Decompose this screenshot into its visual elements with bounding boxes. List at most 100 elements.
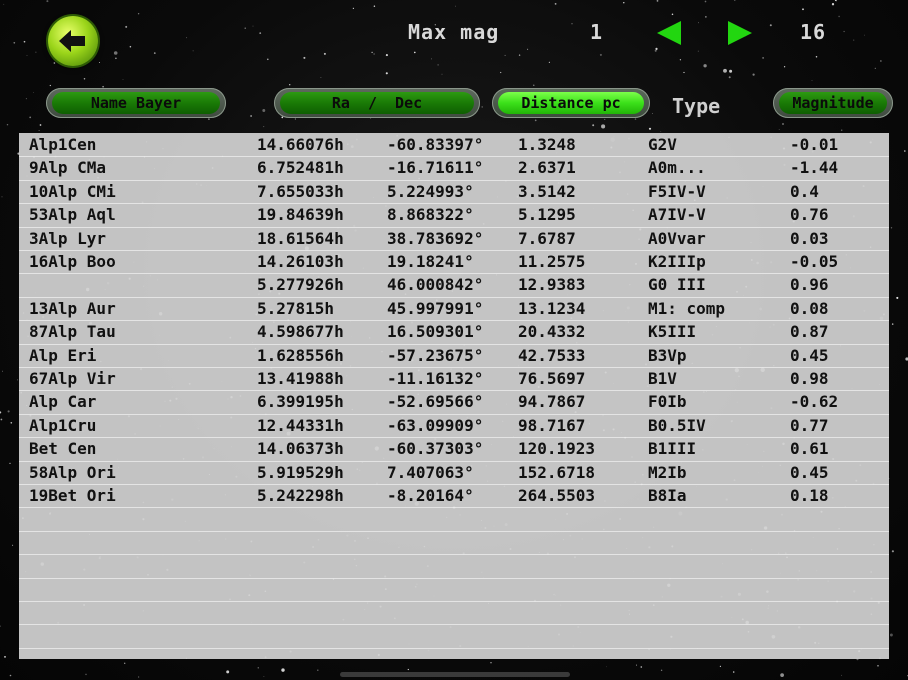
magnitude-cell: 0.87 (790, 322, 829, 342)
star-name-cell: 13Alp Aur (29, 298, 116, 318)
right-ascension-cell: 6.752481h (257, 158, 344, 178)
table-row[interactable]: Alp1Cen 14.66076h -60.83397° 1.3248 G2V -0.01 (19, 133, 889, 158)
star-name-cell: Alp Eri (29, 345, 97, 365)
spectral-type-cell: B3Vp (648, 345, 687, 365)
table-row[interactable]: 58Alp Ori 5.919529h 7.407063° 152.6718 M2Ib 0… (19, 461, 889, 485)
spectral-type-cell: K2IIIp (648, 252, 706, 271)
triangle-left-icon[interactable] (655, 19, 683, 47)
table-row[interactable] (19, 507, 889, 532)
star-name-cell: 58Alp Ori (29, 462, 116, 482)
declination-cell: -57.23675° (387, 345, 484, 365)
spectral-type-cell: B1V (648, 369, 677, 388)
table-row[interactable]: 53Alp Aql 19.84639h 8.868322° 5.1295 A7IV-V 0… (19, 203, 889, 228)
star-name-cell: Alp1Cru (29, 415, 97, 435)
magnitude-cell: -0.01 (790, 135, 839, 154)
star-name-cell: 3Alp Lyr (29, 228, 107, 248)
table-row[interactable]: Alp1Cru 12.44331h -63.09909° 98.7167 B0.5IV 0… (19, 414, 889, 439)
magnitude-cell: 0.77 (790, 415, 829, 435)
magnitude-cell: 0.08 (790, 298, 829, 318)
magnitude-cell: 0.76 (790, 205, 829, 225)
distance-cell: 20.4332 (518, 322, 586, 342)
right-ascension-cell: 19.84639h (257, 205, 344, 225)
back-button[interactable] (48, 16, 98, 66)
spectral-type-cell: B8Ia (648, 486, 687, 505)
table-row[interactable] (19, 554, 889, 579)
spectral-type-cell: B0.5IV (648, 415, 706, 435)
right-ascension-cell: 5.919529h (257, 462, 344, 482)
table-row[interactable] (19, 531, 889, 556)
table-row[interactable]: 3Alp Lyr 18.61564h 38.783692° 7.6787 A0Vvar 0… (19, 227, 889, 251)
spectral-type-cell: K5III (648, 322, 697, 342)
magnitude-cell: -1.44 (790, 158, 839, 178)
table-row[interactable]: 13Alp Aur 5.27815h 45.997991° 13.1234 M1: co… (19, 297, 889, 322)
table-row[interactable]: 16Alp Boo 14.26103h 19.18241° 11.2575 K2IIIp… (19, 250, 889, 275)
table-row[interactable]: 5.277926h 46.000842° 12.9383 G0 III 0.96 (19, 273, 889, 298)
table-row[interactable]: Bet Cen 14.06373h -60.37303° 120.1923 B1III 0… (19, 437, 889, 462)
distance-cell: 2.6371 (518, 158, 576, 178)
distance-cell: 152.6718 (518, 462, 596, 482)
sort-magnitude-button[interactable]: Magnitude (773, 88, 893, 118)
spectral-type-cell: A0Vvar (648, 228, 706, 248)
distance-cell: 7.6787 (518, 228, 576, 248)
min-mag-value: 1 (590, 20, 604, 44)
star-name-cell: Alp Car (29, 392, 97, 412)
table-row[interactable]: 10Alp CMi 7.655033h 5.224993° 3.5142 F5IV-V 0… (19, 180, 889, 205)
declination-cell: -63.09909° (387, 415, 484, 435)
star-table[interactable]: Alp1Cen 14.66076h -60.83397° 1.3248 G2V -0.01… (19, 133, 889, 659)
magnitude-cell: 0.03 (790, 228, 829, 248)
sort-radec-button[interactable]: Ra / Dec (274, 88, 480, 118)
right-ascension-cell: 12.44331h (257, 415, 344, 435)
home-indicator (340, 672, 570, 677)
declination-cell: -52.69566° (387, 392, 484, 412)
right-ascension-cell: 13.41988h (257, 369, 344, 388)
declination-cell: 19.18241° (387, 252, 474, 271)
right-ascension-cell: 14.06373h (257, 439, 344, 459)
distance-cell: 98.7167 (518, 415, 586, 435)
distance-cell: 13.1234 (518, 298, 586, 318)
star-name-cell: 10Alp CMi (29, 181, 116, 201)
magnitude-cell: 0.61 (790, 439, 829, 459)
magnitude-cell: 0.18 (790, 486, 829, 505)
type-column-label: Type (672, 94, 721, 118)
sort-distance-button[interactable]: Distance pc (492, 88, 650, 118)
spectral-type-cell: A0m... (648, 158, 706, 178)
table-row[interactable]: 67Alp Vir 13.41988h -11.16132° 76.5697 B1V 0.… (19, 367, 889, 392)
table-row[interactable] (19, 601, 889, 626)
distance-cell: 3.5142 (518, 181, 576, 201)
spectral-type-cell: G2V (648, 135, 677, 154)
table-row[interactable]: Alp Eri 1.628556h -57.23675° 42.7533 B3Vp 0.4… (19, 344, 889, 368)
table-row[interactable]: 9Alp CMa 6.752481h -16.71611° 2.6371 A0m... -… (19, 156, 889, 181)
declination-cell: -60.83397° (387, 135, 484, 154)
table-row[interactable]: 87Alp Tau 4.598677h 16.509301° 20.4332 K5III… (19, 320, 889, 345)
declination-cell: -8.20164° (387, 486, 474, 505)
declination-cell: 16.509301° (387, 322, 484, 342)
sort-name-button[interactable]: Name Bayer (46, 88, 226, 118)
right-ascension-cell: 7.655033h (257, 181, 344, 201)
triangle-right-icon[interactable] (726, 19, 754, 47)
magnitude-cell: 0.96 (790, 275, 829, 295)
sort-distance-label: Distance pc (498, 92, 644, 114)
declination-cell: 8.868322° (387, 205, 474, 225)
max-mag-value: 16 (800, 20, 827, 44)
star-name-cell: 16Alp Boo (29, 252, 116, 271)
table-row[interactable]: Alp Car 6.399195h -52.69566° 94.7867 F0Ib -0.… (19, 390, 889, 415)
distance-cell: 5.1295 (518, 205, 576, 225)
star-name-cell: Alp1Cen (29, 135, 97, 154)
right-ascension-cell: 6.399195h (257, 392, 344, 412)
table-row[interactable] (19, 624, 889, 649)
declination-cell: -60.37303° (387, 439, 484, 459)
right-ascension-cell: 4.598677h (257, 322, 344, 342)
distance-cell: 42.7533 (518, 345, 586, 365)
spectral-type-cell: B1III (648, 439, 697, 459)
sort-name-label: Name Bayer (52, 92, 220, 114)
sort-magnitude-label: Magnitude (779, 92, 887, 114)
distance-cell: 76.5697 (518, 369, 586, 388)
table-row[interactable] (19, 578, 889, 602)
back-arrow-icon (59, 30, 85, 52)
spectral-type-cell: M1: comp (648, 298, 726, 318)
star-name-cell: 53Alp Aql (29, 205, 116, 225)
table-row[interactable]: 19Bet Ori 5.242298h -8.20164° 264.5503 B8Ia 0… (19, 484, 889, 509)
distance-cell: 11.2575 (518, 252, 586, 271)
declination-cell: 7.407063° (387, 462, 474, 482)
right-ascension-cell: 18.61564h (257, 228, 344, 248)
